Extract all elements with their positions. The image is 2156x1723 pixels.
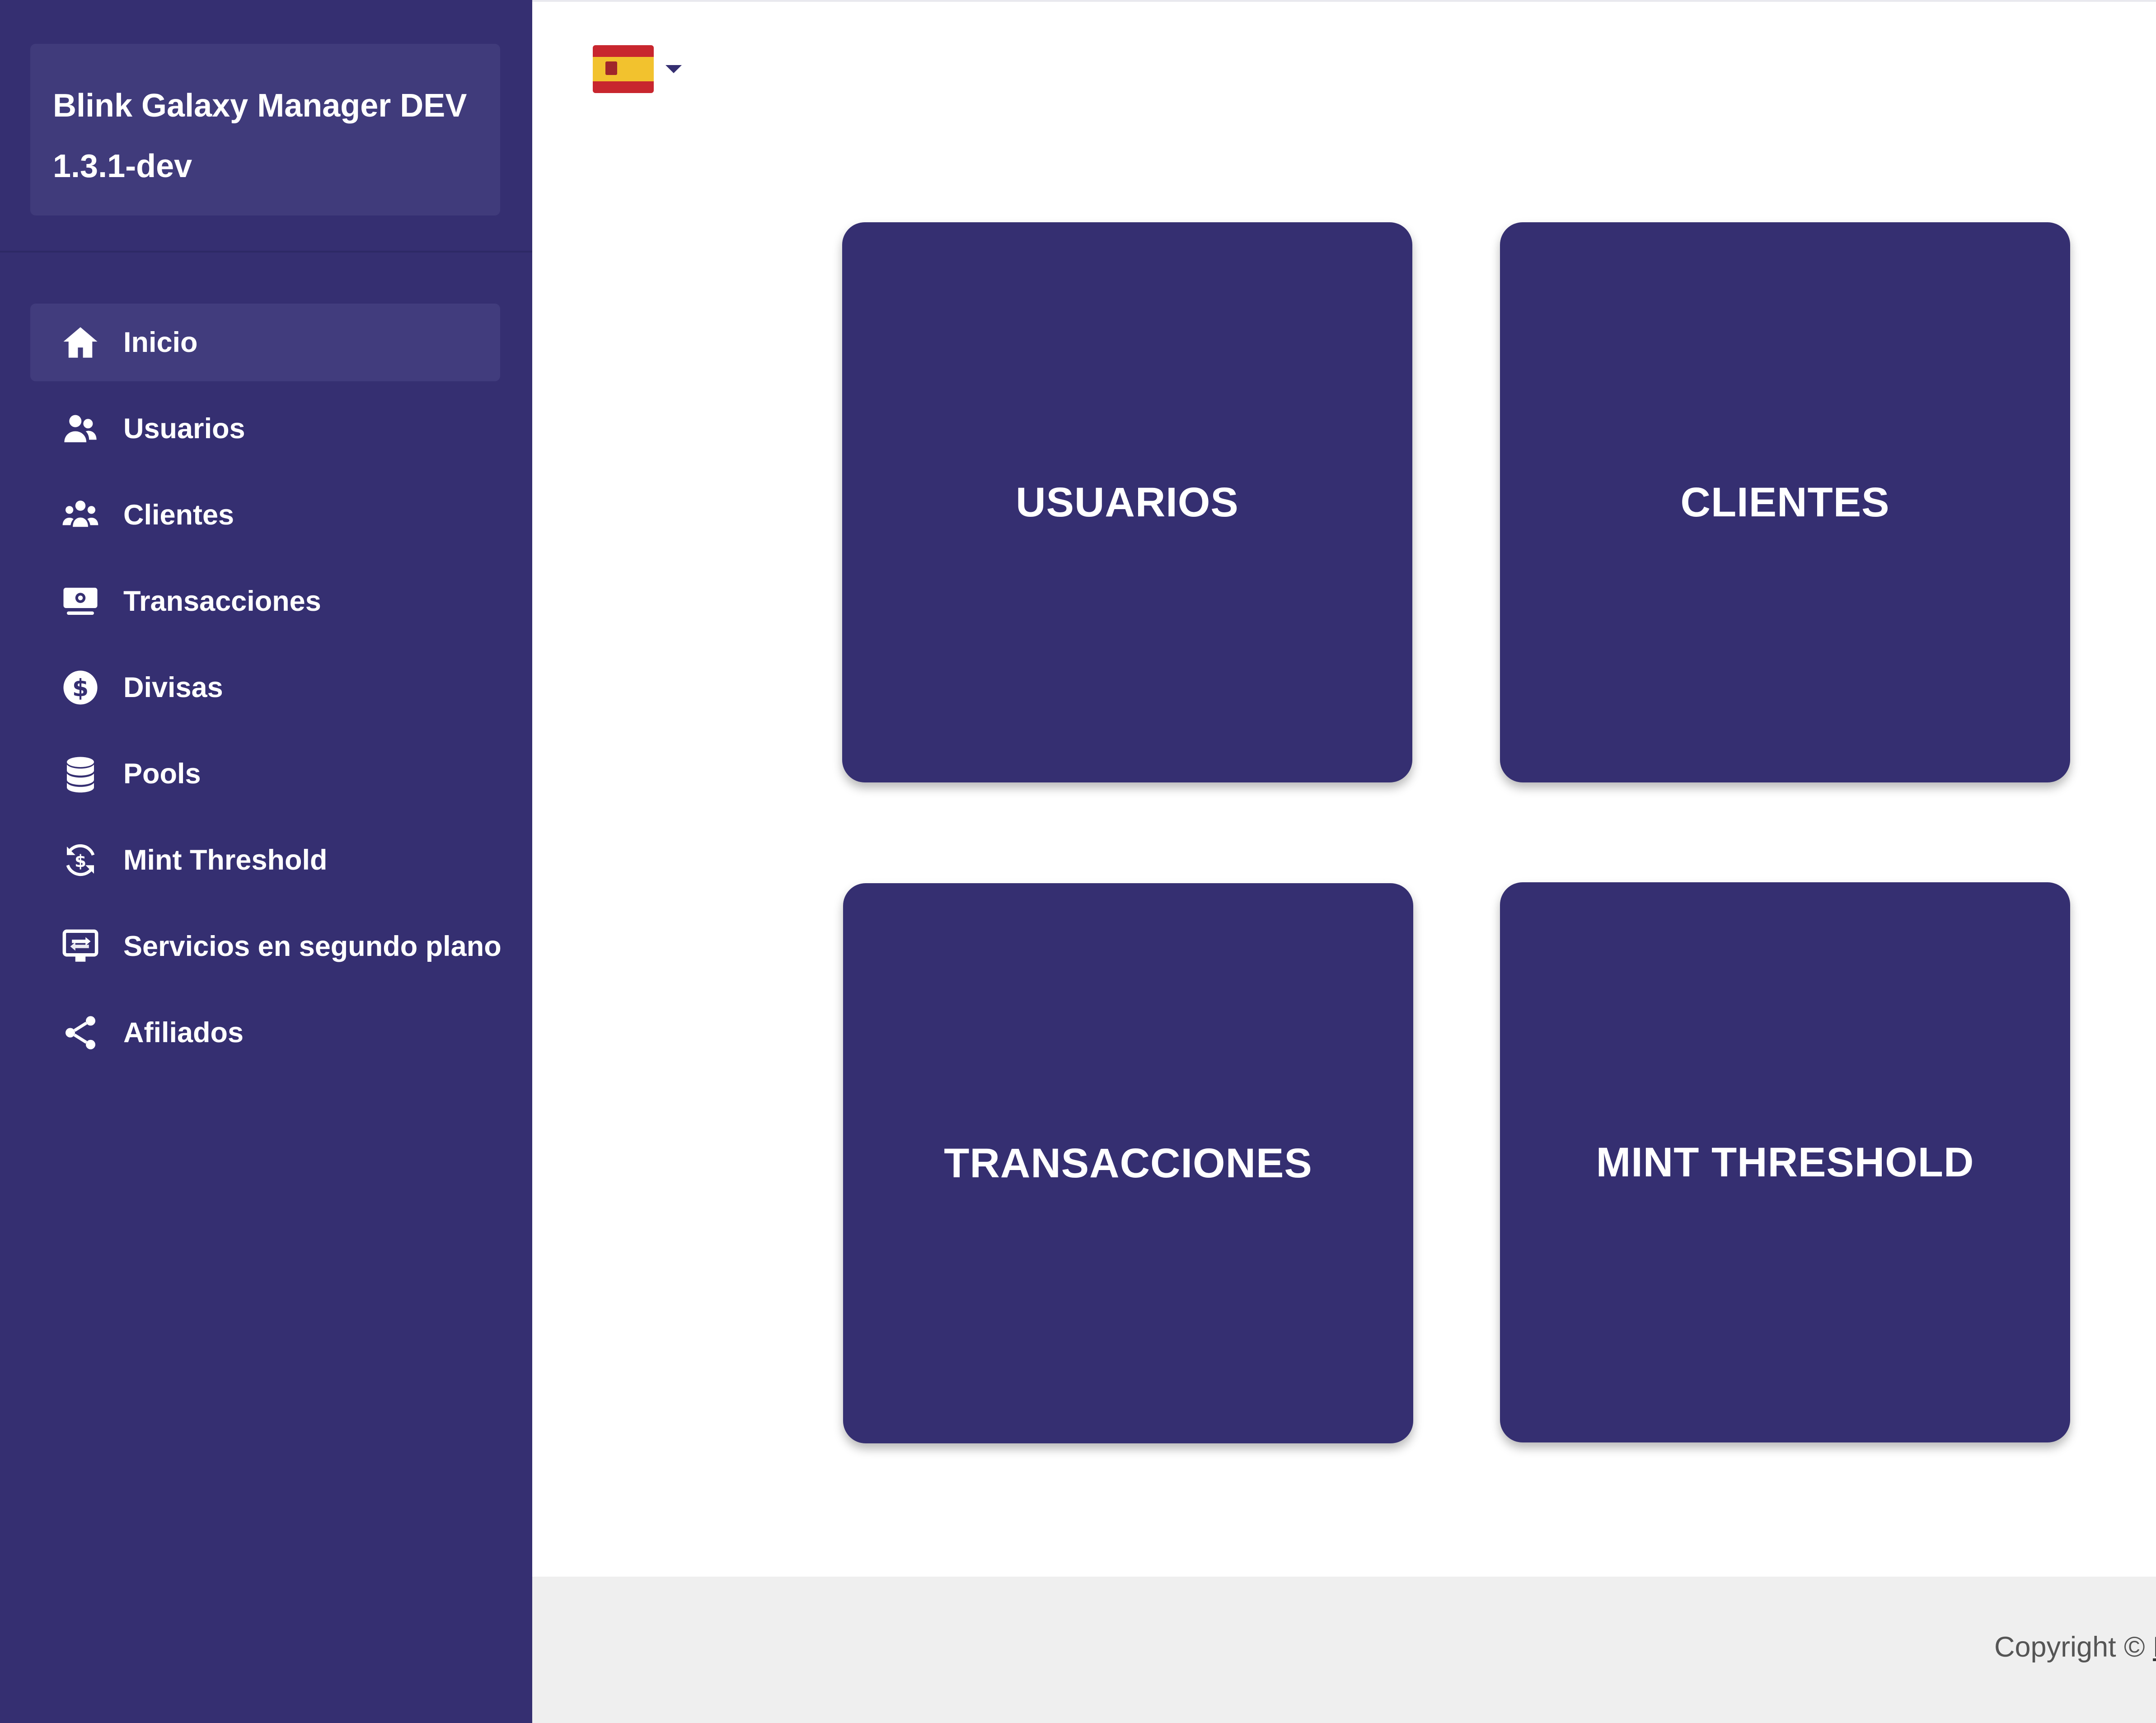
sidebar-item-divisas[interactable]: $ Divisas (30, 649, 500, 726)
sidebar-item-transacciones[interactable]: Transacciones (30, 562, 500, 640)
sidebar-item-label: Clientes (123, 499, 234, 531)
card-usuarios[interactable]: USUARIOS (842, 222, 1412, 782)
svg-text:$: $ (72, 674, 89, 702)
sidebar: Blink Galaxy Manager DEV 1.3.1-dev Inici… (0, 0, 532, 1723)
spain-flag-icon (593, 45, 654, 93)
app-version: 1.3.1-dev (53, 148, 192, 184)
sidebar-divider (0, 251, 532, 253)
sidebar-item-servicios[interactable]: Servicios en segundo plano (30, 908, 502, 985)
card-clientes[interactable]: CLIENTES (1500, 222, 2070, 782)
footer: Copyright © N (532, 1577, 2156, 1723)
sidebar-item-label: Afiliados (123, 1017, 244, 1049)
sidebar-item-afiliados[interactable]: Afiliados (30, 994, 500, 1072)
app-root: Blink Galaxy Manager DEV 1.3.1-dev Inici… (0, 0, 2156, 1723)
database-icon (60, 754, 101, 794)
card-mint-threshold[interactable]: MINT THRESHOLD (1500, 882, 2070, 1442)
sidebar-item-label: Inicio (123, 327, 198, 358)
card-label: MINT THRESHOLD (1596, 1139, 1974, 1185)
svg-text:$: $ (75, 851, 86, 871)
sidebar-item-label: Divisas (123, 672, 223, 703)
money-bill-icon (60, 581, 101, 622)
app-title: Blink Galaxy Manager DEV (53, 88, 467, 124)
copyright-label: Copyright © (1994, 1631, 2145, 1663)
card-label: USUARIOS (1016, 479, 1239, 525)
card-transacciones[interactable]: TRANSACCIONES (843, 883, 1413, 1443)
sidebar-item-inicio[interactable]: Inicio (30, 304, 500, 381)
sidebar-item-label: Transacciones (123, 585, 321, 617)
sidebar-item-clientes[interactable]: Clientes (30, 476, 500, 554)
share-icon (60, 1012, 101, 1053)
screen-exchange-icon (60, 926, 101, 967)
sidebar-item-label: Usuarios (123, 413, 245, 445)
sidebar-nav: Inicio Usuarios Clientes Transacciones $… (30, 304, 502, 1080)
sidebar-item-pools[interactable]: Pools (30, 735, 500, 813)
sidebar-item-mint-threshold[interactable]: $ Mint Threshold (30, 821, 500, 899)
app-brand: Blink Galaxy Manager DEV 1.3.1-dev (30, 44, 500, 215)
topbar-border (532, 0, 2156, 2)
home-icon (60, 322, 101, 363)
caret-down-icon (666, 65, 682, 73)
clients-icon (60, 495, 101, 535)
sidebar-item-label: Servicios en segundo plano (123, 931, 502, 962)
copyright-link[interactable]: N (2153, 1631, 2156, 1663)
sidebar-item-label: Pools (123, 758, 201, 790)
users-icon (60, 408, 101, 449)
copyright-text: Copyright © N (1994, 1631, 2156, 1663)
card-label: TRANSACCIONES (944, 1140, 1312, 1186)
card-label: CLIENTES (1680, 479, 1890, 525)
language-selector[interactable] (593, 45, 682, 93)
dollar-circle-icon: $ (60, 667, 101, 708)
refresh-dollar-icon: $ (60, 840, 101, 880)
sidebar-item-usuarios[interactable]: Usuarios (30, 390, 500, 468)
sidebar-item-label: Mint Threshold (123, 844, 328, 876)
